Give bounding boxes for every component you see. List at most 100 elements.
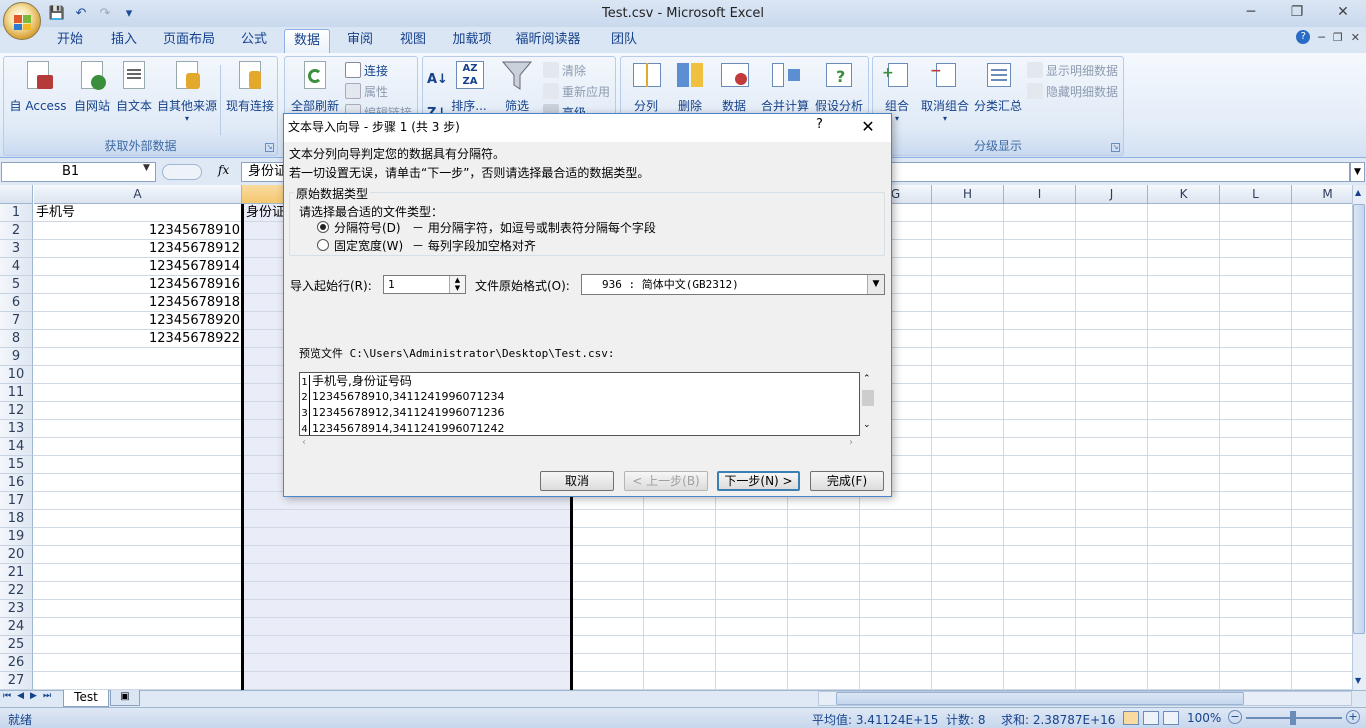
cell-a2[interactable]: 12345678910 — [36, 222, 240, 240]
name-box-dropdown-icon[interactable]: ▼ — [143, 163, 150, 173]
row-header-5[interactable]: 5 — [0, 276, 33, 294]
finish-button[interactable]: 完成(F) — [810, 471, 884, 491]
scroll-up-icon[interactable]: ▲ — [1355, 188, 1361, 197]
existing-connections-button[interactable]: 现有连接 — [224, 59, 276, 114]
zoom-in-icon[interactable]: + — [1346, 710, 1360, 724]
ungroup-button[interactable]: − 取消组合 ▾ — [917, 59, 973, 123]
from-web-button[interactable]: 自网站 — [70, 59, 114, 114]
row-header-24[interactable]: 24 — [0, 618, 33, 636]
row-header-18[interactable]: 18 — [0, 510, 33, 528]
row-header-14[interactable]: 14 — [0, 438, 33, 456]
sort-button[interactable]: AZ ZA 排序... — [449, 59, 489, 114]
row-header-6[interactable]: 6 — [0, 294, 33, 312]
next-button[interactable]: 下一步(N) > — [717, 471, 800, 491]
tab-foxit[interactable]: 福昕阅读器 — [510, 29, 586, 53]
tab-data[interactable]: 数据 — [284, 29, 330, 53]
refresh-all-button[interactable]: 全部刷新 — [287, 59, 343, 114]
preview-vertical-scrollbar[interactable]: ⌃ ⌄ — [860, 372, 876, 436]
radio-delimited-label[interactable]: 分隔符号(D) — [334, 219, 401, 236]
zoom-level[interactable]: 100% — [1187, 711, 1221, 725]
prev-sheet-icon[interactable]: ◀ — [17, 691, 24, 701]
cancel-button[interactable]: 取消 — [540, 471, 614, 491]
insert-sheet-icon[interactable]: ▣ — [110, 690, 140, 706]
horizontal-scroll-thumb[interactable] — [836, 692, 1244, 705]
preview-scroll-up-icon[interactable]: ⌃ — [863, 374, 871, 384]
preview-scroll-down-icon[interactable]: ⌄ — [863, 420, 871, 430]
cell-a4[interactable]: 12345678914 — [36, 258, 240, 276]
preview-horizontal-scrollbar[interactable]: ‹ › — [299, 436, 860, 452]
subtotal-button[interactable]: 分类汇总 — [971, 59, 1025, 114]
office-button[interactable] — [3, 2, 41, 40]
row-header-7[interactable]: 7 — [0, 312, 33, 330]
row-header-2[interactable]: 2 — [0, 222, 33, 240]
text-to-columns-button[interactable]: 分列 — [623, 59, 669, 114]
zoom-out-icon[interactable]: − — [1228, 710, 1242, 724]
radio-fixed-width[interactable] — [317, 239, 329, 251]
row-header-10[interactable]: 10 — [0, 366, 33, 384]
row-header-9[interactable]: 9 — [0, 348, 33, 366]
column-header-h[interactable]: H — [932, 185, 1004, 204]
what-if-analysis-button[interactable]: ? 假设分析 — [811, 59, 867, 114]
row-header-4[interactable]: 4 — [0, 258, 33, 276]
start-row-spinner-icon[interactable]: ▲ ▼ — [449, 276, 465, 293]
remove-duplicates-button[interactable]: 删除 — [667, 59, 713, 114]
tab-page-layout[interactable]: 页面布局 — [158, 29, 220, 53]
tab-view[interactable]: 视图 — [393, 29, 433, 53]
from-other-sources-button[interactable]: 自其他来源 ▾ — [154, 59, 220, 123]
row-header-23[interactable]: 23 — [0, 600, 33, 618]
sheet-tab-test[interactable]: Test — [63, 690, 109, 707]
restore-workbook-icon[interactable]: ❐ — [1333, 31, 1343, 44]
column-header-i[interactable]: I — [1004, 185, 1076, 204]
row-header-11[interactable]: 11 — [0, 384, 33, 402]
tab-addins[interactable]: 加载项 — [447, 29, 497, 53]
first-sheet-icon[interactable]: ⏮ — [3, 691, 11, 701]
page-break-view-icon[interactable] — [1163, 711, 1179, 725]
back-button[interactable]: < 上一步(B) — [624, 471, 708, 491]
from-text-button[interactable]: 自文本 — [112, 59, 156, 114]
zoom-slider-thumb[interactable] — [1290, 711, 1296, 725]
restore-icon[interactable]: ❐ — [1274, 0, 1320, 24]
expand-formula-bar-icon[interactable]: ▼ — [1350, 162, 1365, 182]
show-detail-button[interactable]: 显示明细数据 — [1027, 60, 1118, 80]
cell-a6[interactable]: 12345678918 — [36, 294, 240, 312]
page-layout-view-icon[interactable] — [1143, 711, 1159, 725]
properties-button[interactable]: 属性 — [345, 81, 388, 101]
row-header-16[interactable]: 16 — [0, 474, 33, 492]
tab-insert[interactable]: 插入 — [104, 29, 144, 53]
row-header-25[interactable]: 25 — [0, 636, 33, 654]
row-header-27[interactable]: 27 — [0, 672, 33, 690]
normal-view-icon[interactable] — [1123, 711, 1139, 725]
row-header-21[interactable]: 21 — [0, 564, 33, 582]
reapply-button[interactable]: 重新应用 — [543, 81, 610, 101]
vertical-scroll-thumb[interactable] — [1353, 204, 1365, 634]
cell-a5[interactable]: 12345678916 — [36, 276, 240, 294]
row-header-8[interactable]: 8 — [0, 330, 33, 348]
tab-review[interactable]: 审阅 — [340, 29, 380, 53]
row-header-20[interactable]: 20 — [0, 546, 33, 564]
hide-detail-button[interactable]: 隐藏明细数据 — [1027, 81, 1118, 101]
tab-formulas[interactable]: 公式 — [234, 29, 274, 53]
row-header-22[interactable]: 22 — [0, 582, 33, 600]
cell-a8[interactable]: 12345678922 — [36, 330, 240, 348]
from-access-button[interactable]: 自 Access — [8, 59, 68, 114]
minimize-workbook-icon[interactable]: ─ — [1318, 31, 1325, 44]
row-header-13[interactable]: 13 — [0, 420, 33, 438]
column-header-a[interactable]: A — [34, 185, 242, 204]
file-origin-select[interactable]: 936 : 简体中文(GB2312) — [581, 274, 885, 295]
row-header-1[interactable]: 1 — [0, 204, 33, 222]
cell-a3[interactable]: 12345678912 — [36, 240, 240, 258]
cell-a1[interactable]: 手机号 — [36, 204, 236, 222]
sort-az-icon[interactable]: A↓ — [427, 69, 448, 89]
consolidate-button[interactable]: 合并计算 — [757, 59, 813, 114]
dialog-launcher-icon[interactable]: ↘ — [265, 143, 274, 152]
preview-scroll-thumb[interactable] — [862, 390, 874, 406]
last-sheet-icon[interactable]: ⏭ — [43, 691, 51, 701]
tab-home[interactable]: 开始 — [50, 29, 90, 53]
outline-launcher-icon[interactable]: ↘ — [1111, 143, 1120, 152]
row-header-19[interactable]: 19 — [0, 528, 33, 546]
minimize-icon[interactable]: ─ — [1228, 0, 1274, 24]
file-origin-dropdown-icon[interactable]: ▼ — [867, 275, 884, 294]
cell-a7[interactable]: 12345678920 — [36, 312, 240, 330]
preview-scroll-right-icon[interactable]: › — [849, 437, 853, 448]
dialog-help-icon[interactable]: ? — [816, 117, 823, 132]
